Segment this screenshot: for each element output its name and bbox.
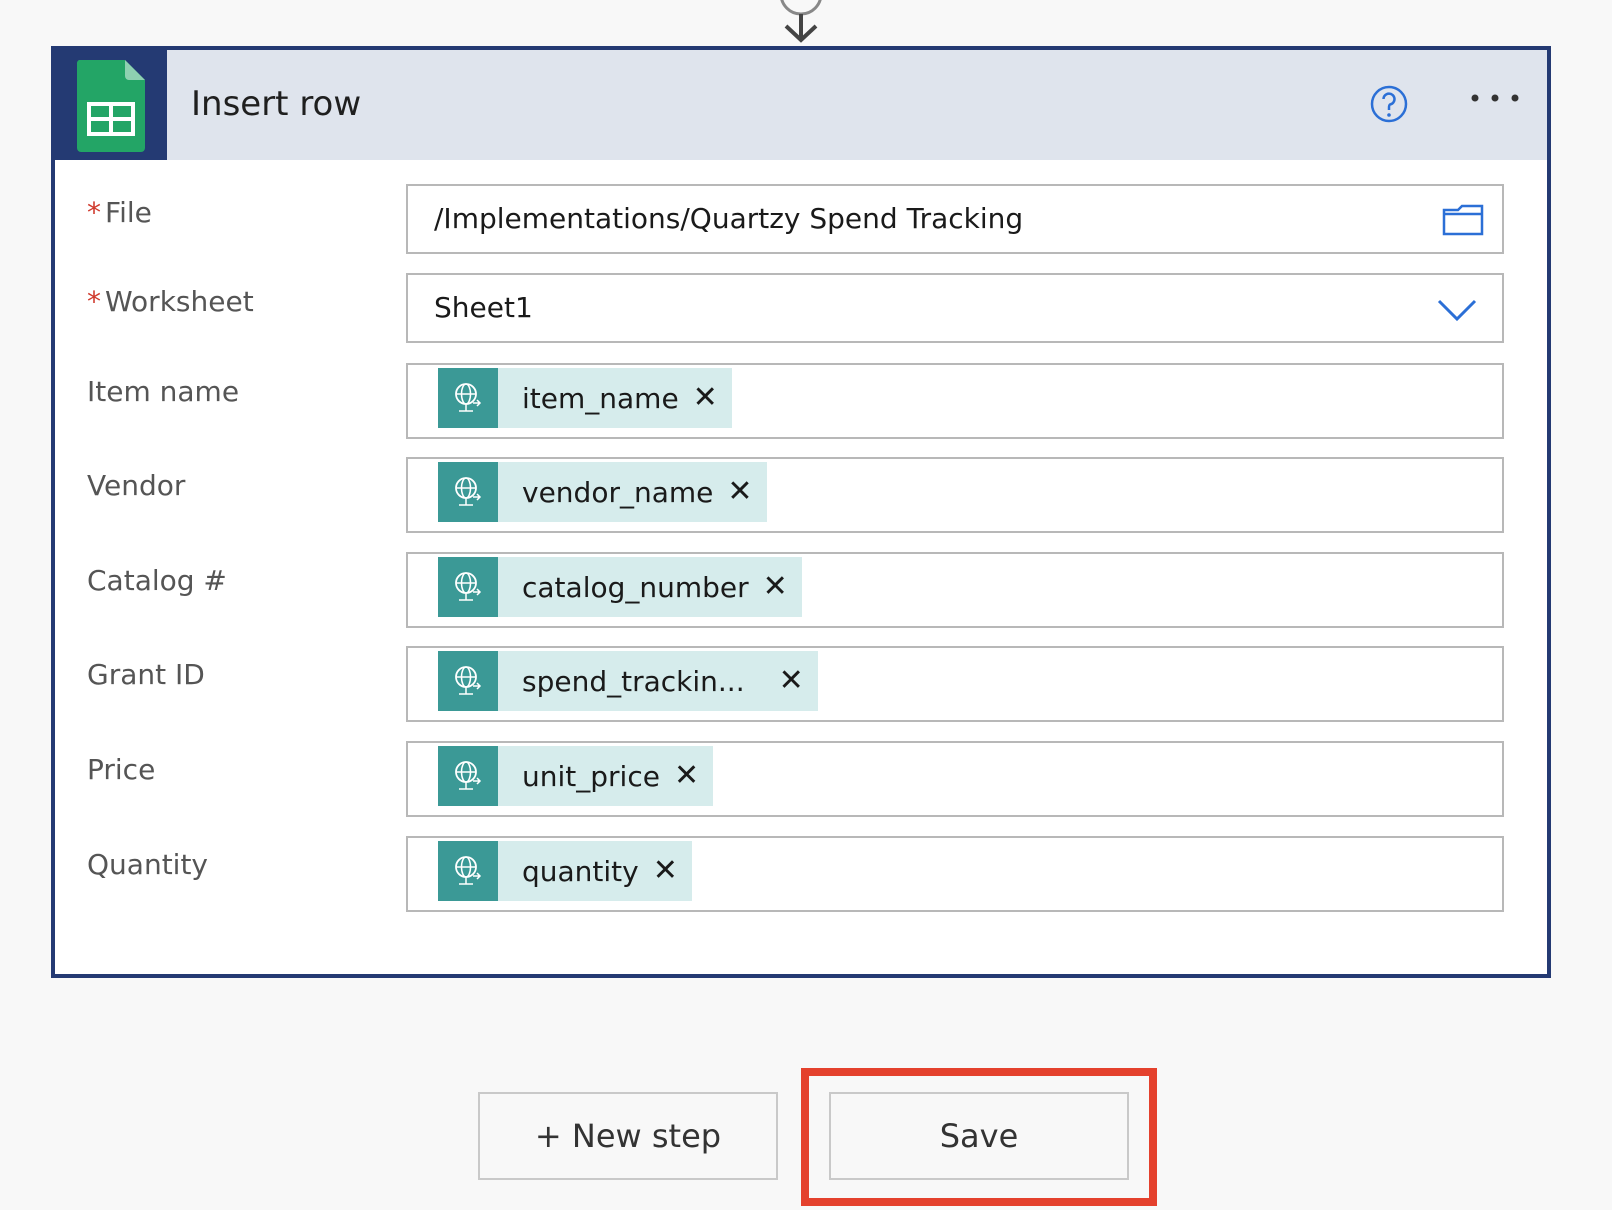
card-title: Insert row [191, 84, 362, 124]
remove-token-icon[interactable]: ✕ [713, 462, 766, 522]
save-button[interactable]: Save [829, 1092, 1129, 1180]
help-icon[interactable] [1369, 84, 1409, 124]
field-row-price: Price unit_price ✕ [55, 741, 1547, 817]
vendor-field[interactable]: vendor_name ✕ [406, 457, 1504, 533]
field-label-price: Price [87, 753, 156, 786]
chevron-down-icon[interactable] [1436, 295, 1478, 325]
price-field[interactable]: unit_price ✕ [406, 741, 1504, 817]
file-field[interactable]: /Implementations/Quartzy Spend Tracking [406, 184, 1504, 254]
worksheet-select[interactable]: Sheet1 [406, 273, 1504, 343]
field-row-quantity: Quantity quantity ✕ [55, 836, 1547, 912]
token-label: unit_price [522, 759, 660, 793]
catalog-field[interactable]: catalog_number ✕ [406, 552, 1504, 628]
field-row-grant-id: Grant ID spend_trackin... ✕ [55, 646, 1547, 722]
dynamic-token[interactable]: quantity ✕ [438, 841, 692, 901]
field-label-vendor: Vendor [87, 469, 186, 502]
token-label: catalog_number [522, 570, 749, 604]
token-label: vendor_name [522, 475, 714, 509]
new-step-button[interactable]: + New step [478, 1092, 778, 1180]
webhook-globe-icon [438, 746, 498, 806]
webhook-globe-icon [438, 462, 498, 522]
field-label-grant-id: Grant ID [87, 658, 205, 691]
connector-arrow-icon [780, 0, 822, 43]
field-label-file: * File [87, 196, 152, 229]
more-options-icon[interactable] [1465, 78, 1525, 118]
remove-token-icon[interactable]: ✕ [660, 746, 713, 806]
file-value: /Implementations/Quartzy Spend Tracking [434, 202, 1024, 235]
field-row-worksheet: * Worksheet Sheet1 [55, 273, 1547, 349]
field-row-item-name: Item name item_name ✕ [55, 363, 1547, 439]
folder-icon[interactable] [1442, 202, 1484, 236]
field-row-file: * File /Implementations/Quartzy Spend Tra… [55, 184, 1547, 260]
dynamic-token[interactable]: unit_price ✕ [438, 746, 714, 806]
token-label: spend_trackin... [522, 664, 745, 698]
webhook-globe-icon [438, 841, 498, 901]
google-sheets-icon [76, 60, 145, 152]
remove-token-icon[interactable]: ✕ [765, 651, 818, 711]
card-header[interactable]: Insert row [55, 50, 1547, 160]
grant-id-field[interactable]: spend_trackin... ✕ [406, 646, 1504, 722]
app-icon-container [55, 50, 167, 160]
field-label-catalog: Catalog # [87, 564, 227, 597]
field-row-catalog: Catalog # catalog_number ✕ [55, 552, 1547, 628]
dynamic-token[interactable]: item_name ✕ [438, 368, 732, 428]
dynamic-token[interactable]: catalog_number ✕ [438, 557, 802, 617]
webhook-globe-icon [438, 368, 498, 428]
token-label: quantity [522, 854, 639, 888]
dynamic-token[interactable]: vendor_name ✕ [438, 462, 767, 522]
required-asterisk: * [87, 285, 101, 318]
webhook-globe-icon [438, 651, 498, 711]
worksheet-value: Sheet1 [434, 291, 533, 324]
required-asterisk: * [87, 196, 101, 229]
remove-token-icon[interactable]: ✕ [639, 841, 692, 901]
quantity-field[interactable]: quantity ✕ [406, 836, 1504, 912]
field-label-worksheet: * Worksheet [87, 285, 254, 318]
field-label-quantity: Quantity [87, 848, 208, 881]
item-name-field[interactable]: item_name ✕ [406, 363, 1504, 439]
remove-token-icon[interactable]: ✕ [679, 368, 732, 428]
webhook-globe-icon [438, 557, 498, 617]
field-label-item-name: Item name [87, 375, 240, 408]
dynamic-token[interactable]: spend_trackin... ✕ [438, 651, 818, 711]
insert-row-card: Insert row * File /Implementations/Quartz… [51, 46, 1551, 978]
remove-token-icon[interactable]: ✕ [749, 557, 802, 617]
field-row-vendor: Vendor vendor_name ✕ [55, 457, 1547, 533]
token-label: item_name [522, 381, 679, 415]
